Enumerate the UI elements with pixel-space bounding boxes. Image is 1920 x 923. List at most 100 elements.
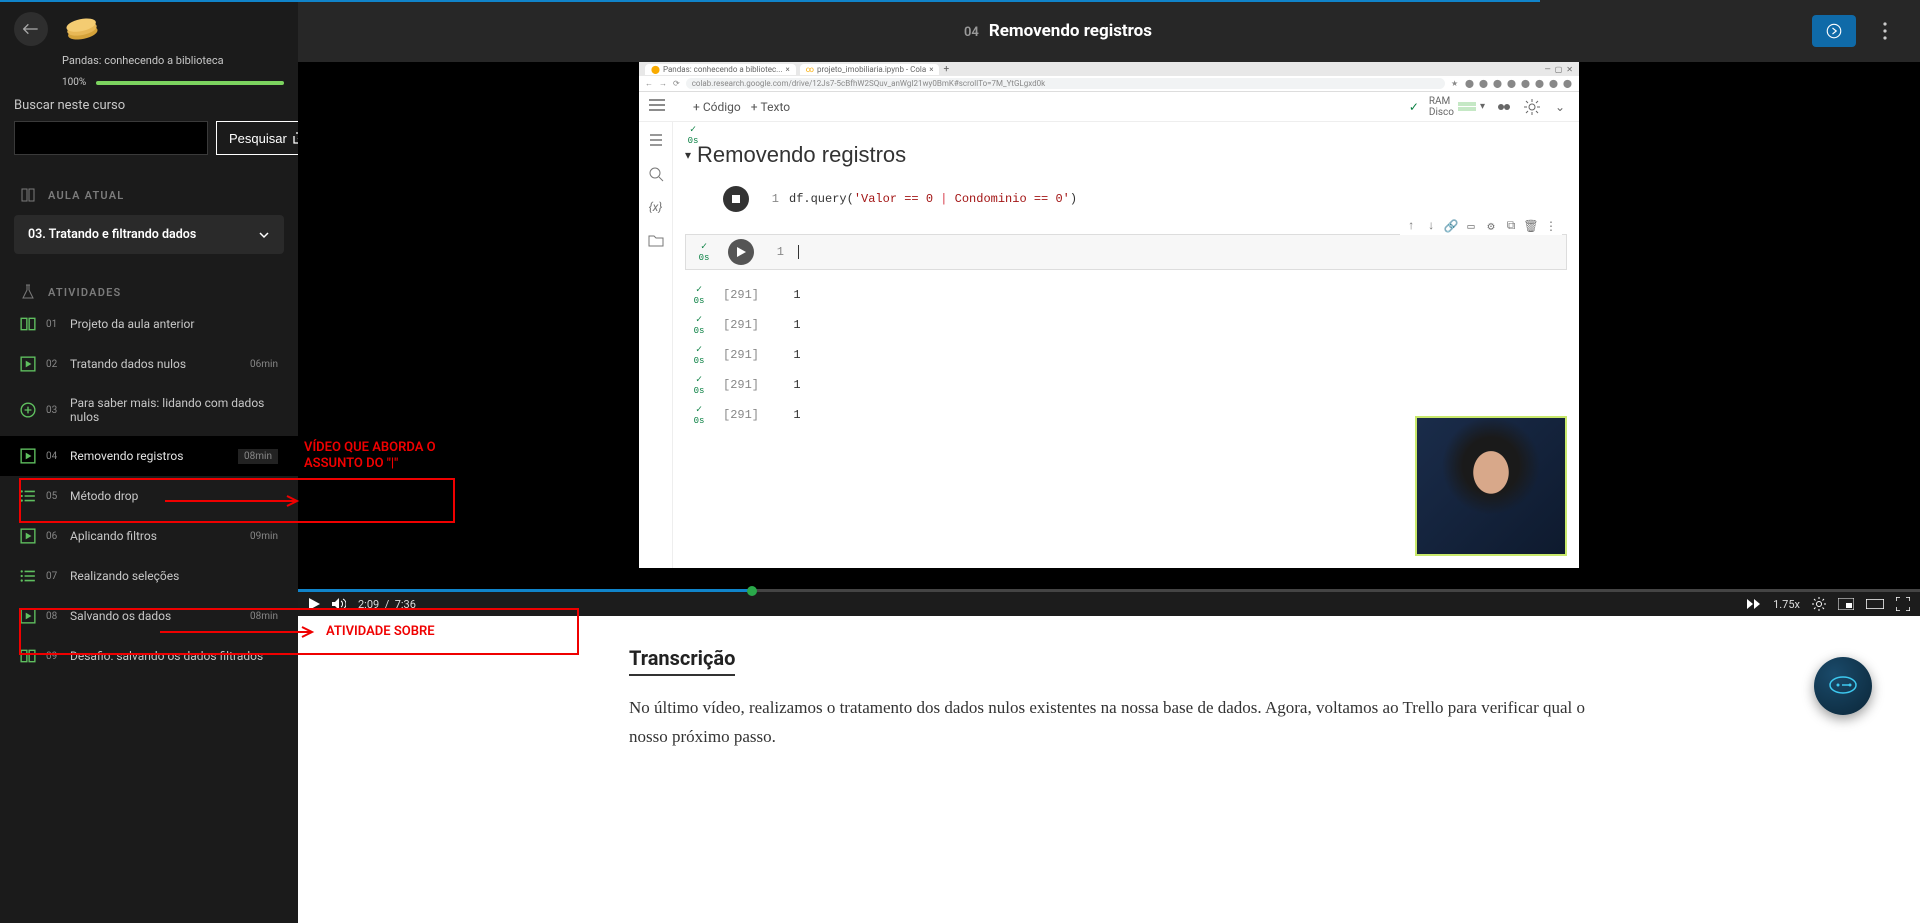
transcript-heading: Transcrição xyxy=(629,646,735,676)
menu-icon xyxy=(649,99,665,111)
expand-icon: ⌄ xyxy=(1551,98,1569,116)
gear-icon xyxy=(1523,98,1541,116)
theater-button[interactable] xyxy=(1866,599,1884,609)
course-logo-icon xyxy=(61,12,102,47)
activity-item-06[interactable]: 06Aplicando filtros09min xyxy=(0,516,298,556)
activity-title: Removendo registros xyxy=(989,21,1152,41)
activity-num: 05 xyxy=(46,491,60,502)
video-controls: 2:09 / 7:36 1.75x xyxy=(298,592,1920,616)
browser-tab: ⬤ Pandas: conhecendo a bibliotec... × xyxy=(645,64,796,75)
more-icon: ⋮ xyxy=(1544,219,1558,233)
activity-duration: 06min xyxy=(250,359,278,370)
activity-num: 01 xyxy=(46,319,60,330)
share-icon xyxy=(1495,98,1513,116)
play-icon xyxy=(20,528,36,544)
sidebar: Pandas: conhecendo a biblioteca 100% Bus… xyxy=(0,0,298,923)
url-bar: colab.research.google.com/drive/12Js7-5c… xyxy=(686,78,1445,89)
book-icon xyxy=(20,187,36,203)
progress-bar xyxy=(96,81,284,85)
run-cell-button xyxy=(728,239,754,265)
toc-icon xyxy=(648,132,664,148)
search-icon xyxy=(648,166,664,182)
activity-title: Tratando dados nulos xyxy=(70,357,240,371)
activity-duration: 08min xyxy=(250,611,278,622)
activity-item-02[interactable]: 02 Tratando dados nulos 06min xyxy=(0,344,298,384)
browser-tab: ∞ projeto_imobiliaria.ipynb - Cola × xyxy=(800,64,940,75)
playback-speed[interactable]: 1.75x xyxy=(1773,598,1800,611)
activity-item-09[interactable]: 09 Desafio: salvando os dados filtrados xyxy=(0,636,298,676)
video-player[interactable]: ⬤ Pandas: conhecendo a bibliotec... × ∞ … xyxy=(298,62,1920,592)
settings-icon: ⚙ xyxy=(1484,219,1498,233)
settings-button[interactable] xyxy=(1812,597,1826,611)
stop-cell-button xyxy=(723,186,749,212)
activity-title: Realizando seleções xyxy=(70,569,278,583)
activity-item-04[interactable]: 04 Removendo registros 08min xyxy=(0,436,298,476)
activity-num: 03 xyxy=(46,405,60,416)
back-button[interactable] xyxy=(14,12,48,46)
plus-circle-icon xyxy=(20,402,36,418)
chat-icon xyxy=(1828,675,1858,697)
volume-button[interactable] xyxy=(332,598,346,610)
search-input[interactable] xyxy=(14,121,208,155)
transcript-text: No último vídeo, realizamos o tratamento… xyxy=(629,694,1589,752)
course-title: Pandas: conhecendo a biblioteca xyxy=(14,54,284,67)
activity-duration: 08min xyxy=(238,449,278,464)
skip-button[interactable] xyxy=(1747,599,1761,609)
kebab-icon xyxy=(1883,22,1887,40)
folder-icon xyxy=(648,232,664,248)
book-icon xyxy=(20,316,36,332)
flask-icon xyxy=(20,284,36,300)
instructor-webcam xyxy=(1415,416,1567,556)
lesson-dropdown[interactable]: 03. Tratando e filtrando dados xyxy=(14,215,284,254)
activity-title: Removendo registros xyxy=(70,449,228,463)
activity-title: Salvando os dados xyxy=(70,609,240,623)
chevron-down-icon xyxy=(258,229,270,241)
move-down-icon: ↓ xyxy=(1424,219,1438,233)
section-current-lesson: AULA ATUAL xyxy=(0,171,298,207)
code-line: df.query('Valor == 0 | Condominio == 0') xyxy=(789,192,1077,206)
mirror-icon: ⧉ xyxy=(1504,219,1518,233)
topbar: 04 Removendo registros xyxy=(298,0,1920,62)
activity-num: 02 xyxy=(46,359,60,370)
search-button[interactable]: Pesquisar xyxy=(216,121,298,155)
delete-icon: 🗑 xyxy=(1524,219,1538,233)
search-label: Buscar neste curso xyxy=(14,98,284,113)
activity-num: 06 xyxy=(46,531,60,542)
list-icon xyxy=(20,488,36,504)
activity-title: Aplicando filtros xyxy=(70,529,240,543)
back-arrow-icon xyxy=(23,23,39,35)
activity-title: Método drop xyxy=(70,489,278,503)
activity-num: 08 xyxy=(46,611,60,622)
pip-button[interactable] xyxy=(1838,598,1854,610)
move-up-icon: ↑ xyxy=(1404,219,1418,233)
play-icon xyxy=(20,448,36,464)
activity-item-03[interactable]: 03Para saber mais: lidando com dados nul… xyxy=(0,384,298,436)
progress-percent: 100% xyxy=(62,77,86,88)
chat-bubble-button[interactable] xyxy=(1814,657,1872,715)
colab-screenshot: ⬤ Pandas: conhecendo a bibliotec... × ∞ … xyxy=(639,62,1579,568)
activity-list: 01 Projeto da aula anterior 02 Tratando dad… xyxy=(0,304,298,676)
activity-num: 09 xyxy=(46,651,60,662)
next-button[interactable] xyxy=(1812,15,1856,47)
book-icon xyxy=(20,648,36,664)
transcript-section: Transcrição No último vídeo, realizamos … xyxy=(298,616,1920,923)
link-icon: 🔗 xyxy=(1444,219,1458,233)
main: 04 Removendo registros ⬤ Pandas: conhece… xyxy=(298,0,1920,923)
seek-bar[interactable] xyxy=(298,589,1920,592)
activity-num: 07 xyxy=(46,571,60,582)
activity-title: Projeto da aula anterior xyxy=(70,317,278,331)
play-button[interactable] xyxy=(308,598,320,610)
notebook-section-title: ▾Removendo registros xyxy=(685,142,1567,168)
activity-number: 04 xyxy=(964,25,979,40)
activity-num: 04 xyxy=(46,451,60,462)
next-arrow-icon xyxy=(1825,22,1843,40)
activity-item-08[interactable]: 08 Salvando os dados 08min xyxy=(0,596,298,636)
fullscreen-button[interactable] xyxy=(1896,597,1910,611)
list-icon xyxy=(20,568,36,584)
activity-title: Desafio: salvando os dados filtrados xyxy=(70,649,278,663)
play-icon xyxy=(20,608,36,624)
activity-item-01[interactable]: 01 Projeto da aula anterior xyxy=(0,304,298,344)
more-menu-button[interactable] xyxy=(1870,16,1900,46)
activity-item-05[interactable]: 05 Método drop xyxy=(0,476,298,516)
activity-item-07[interactable]: 07 Realizando seleções xyxy=(0,556,298,596)
